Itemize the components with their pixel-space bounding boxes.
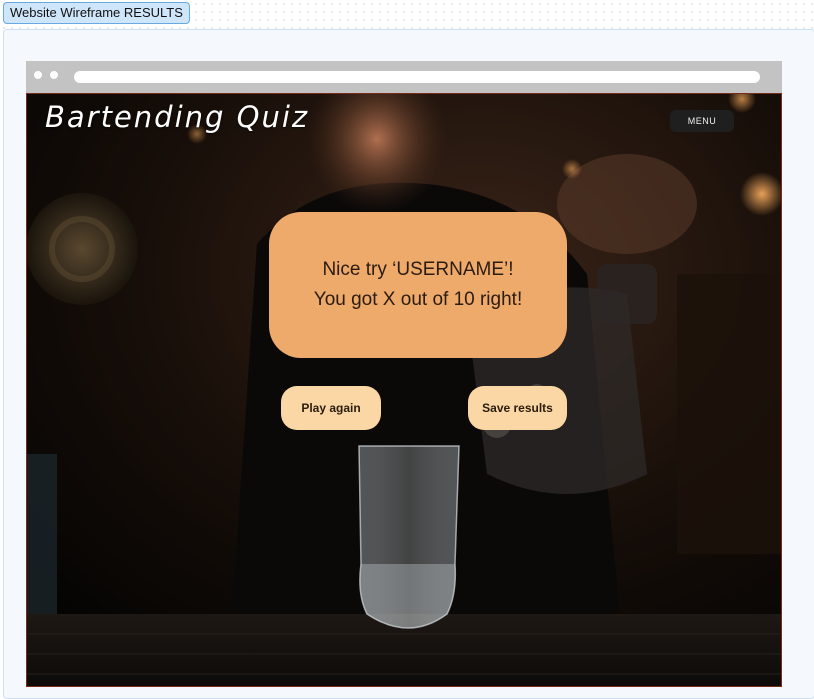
- window-dot-icon: [34, 71, 42, 79]
- result-card: Nice try ‘USERNAME’! You got X out of 10…: [269, 212, 567, 358]
- result-greeting-text: Nice try ‘USERNAME’!: [322, 259, 514, 280]
- menu-button[interactable]: MENU: [670, 110, 734, 132]
- result-score-text: You got X out of 10 right!: [313, 289, 523, 310]
- save-results-button[interactable]: Save results: [468, 386, 567, 430]
- bartender-background-image: [27, 94, 781, 686]
- address-bar[interactable]: [74, 71, 760, 83]
- browser-chrome: [26, 61, 782, 93]
- play-again-button[interactable]: Play again: [281, 386, 381, 430]
- frame-title-label: Website Wireframe RESULTS: [3, 2, 190, 24]
- site-logo[interactable]: Bartending Quiz: [45, 100, 309, 134]
- website-viewport: Bartending Quiz MENU Nice try ‘USERNAME’…: [26, 93, 782, 687]
- window-dot-icon: [50, 71, 58, 79]
